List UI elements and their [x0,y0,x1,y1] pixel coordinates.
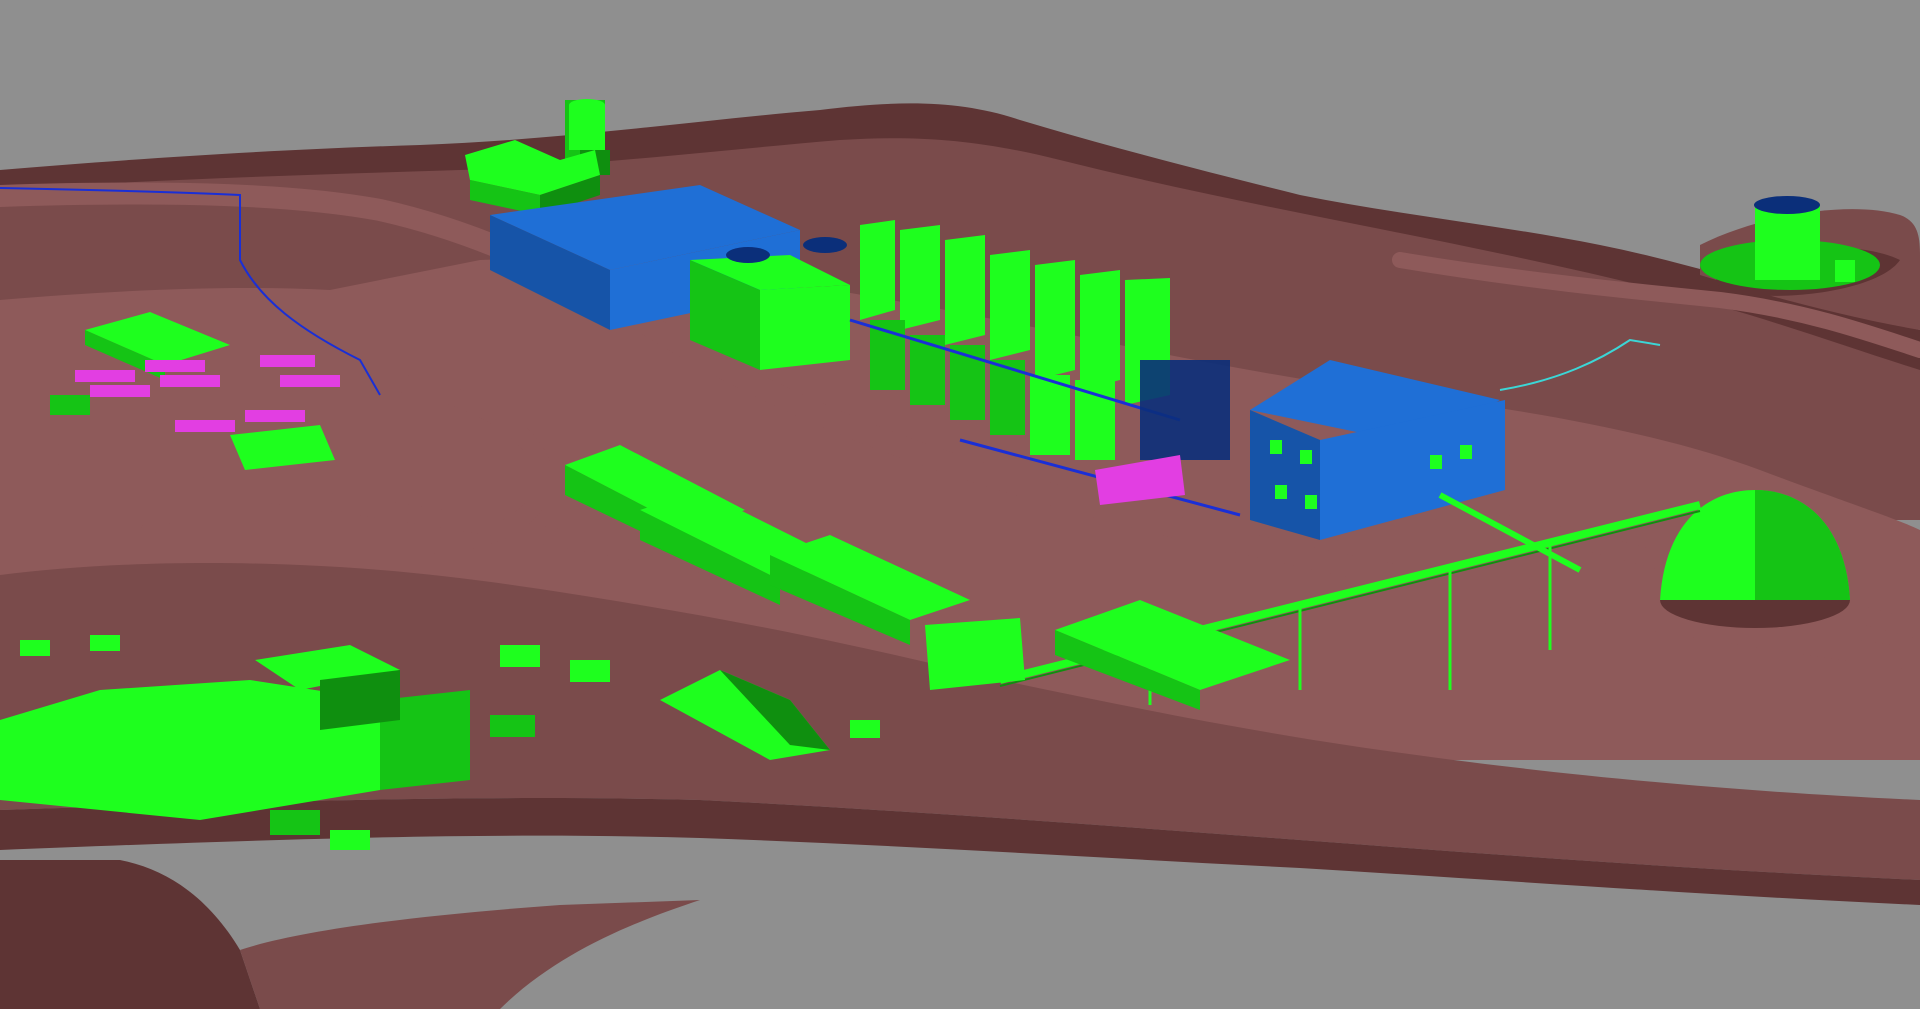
shed-4-box [925,618,1025,690]
processing-window-6 [1460,445,1472,459]
magenta-office-7 [175,420,235,432]
truck-1 [20,640,50,656]
thickener-top [1754,196,1820,214]
leach-tower-2 [900,225,940,330]
truck-6 [850,720,880,738]
plant-scene-svg [0,0,1920,1009]
leach-tank-5 [1030,375,1070,455]
leach-tower-3 [945,235,985,345]
processing-window-5 [1430,455,1442,469]
truck-2 [90,635,120,651]
truck-5 [490,715,535,737]
magenta-office-1 [75,370,135,382]
processing-window-2 [1300,450,1312,464]
leach-tank-6 [1075,380,1115,460]
elution-frame [1140,360,1230,460]
thickener-body [1755,205,1820,280]
grinding-silo-b [803,237,847,253]
plant-3d-render [0,0,1920,1009]
leach-tower-6 [1080,270,1120,390]
magenta-office-8 [245,410,305,422]
truck-8 [330,830,370,850]
magenta-office-3 [145,360,205,372]
leach-tower-5 [1035,260,1075,380]
truck-3 [500,645,540,667]
magenta-office-6 [280,375,340,387]
grinding-silo-a [726,247,770,263]
truck-7 [270,810,320,835]
processing-window-1 [1270,440,1282,454]
magenta-office-2 [90,385,150,397]
feed-tower-bin [569,105,605,150]
leach-tower-1 [860,220,895,320]
magenta-office-4 [160,375,220,387]
truck-4 [570,660,610,682]
processing-window-3 [1275,485,1287,499]
thickener-small [1835,260,1855,282]
office-small-green [50,395,90,415]
grinding-side [760,285,850,370]
processing-window-4 [1305,495,1317,509]
leach-tower-4 [990,250,1030,360]
ore-pad-block-2 [320,670,400,730]
magenta-office-5 [260,355,315,367]
leach-tank-2 [910,335,945,405]
